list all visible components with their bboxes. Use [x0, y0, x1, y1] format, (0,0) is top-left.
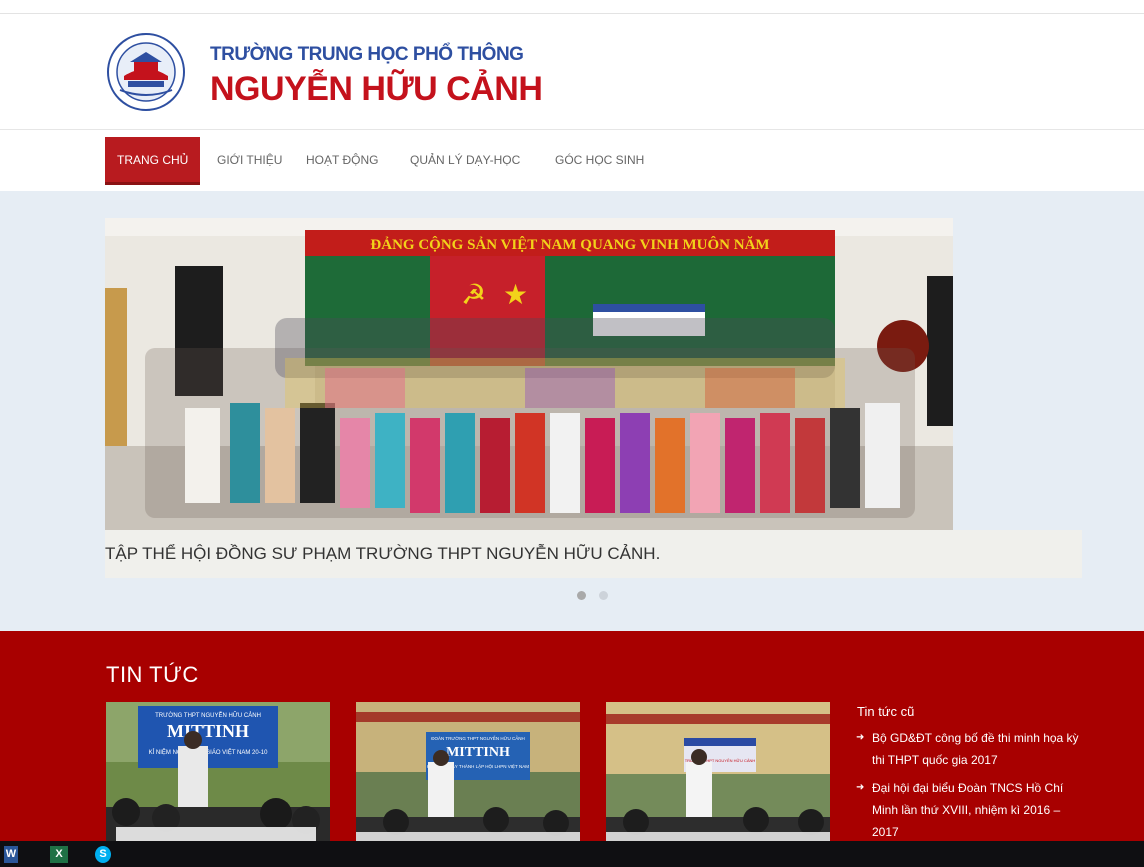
word-icon[interactable]: W	[4, 846, 18, 863]
school-name[interactable]: NGUYỄN HỮU CẢNH	[210, 70, 543, 109]
site-header: TRƯỜNG TRUNG HỌC PHỔ THÔNG NGUYỄN HỮU CẢ…	[0, 14, 1144, 130]
old-news-title: Tin tức cũ	[857, 704, 915, 719]
group-photo-people	[145, 318, 915, 518]
old-news-item-1[interactable]: ➜ Bộ GD&ĐT công bố đề thi minh họa kỳ th…	[856, 727, 1086, 771]
news-thumbnail-1[interactable]: TRƯỜNG THPT NGUYỄN HỮU CẢNH MITTINH KỈ N…	[106, 702, 330, 841]
old-news-item-1-text[interactable]: Bộ GD&ĐT công bố đề thi minh họa kỳ thi …	[872, 731, 1079, 767]
nav-item-hoat-dong[interactable]: HOẠT ĐỘNG	[294, 137, 390, 185]
news-section: TIN TỨC TRƯỜNG THPT NGUYỄN HỮU CẢNH MITT…	[0, 631, 1144, 841]
nav-item-trang-chu[interactable]: TRANG CHỦ	[105, 137, 201, 185]
thumb-1-school: TRƯỜNG THPT NGUYỄN HỮU CẢNH	[155, 712, 261, 719]
svg-text:★: ★	[503, 278, 528, 311]
arrow-right-icon: ➜	[856, 782, 865, 793]
hero-caption: TẬP THỂ HỘI ĐỒNG SƯ PHẠM TRƯỜNG THPT NGU…	[105, 530, 1082, 578]
hero-slide-image[interactable]: ĐẢNG CỘNG SẢN VIỆT NAM QUANG VINH MUÔN N…	[105, 218, 953, 530]
skype-icon[interactable]: S	[95, 846, 111, 863]
slider-dot-2[interactable]	[599, 591, 608, 600]
nav-item-goc-hoc-sinh[interactable]: GÓC HỌC SINH	[543, 137, 656, 185]
excel-icon[interactable]: X	[50, 846, 68, 863]
news-thumbnail-2[interactable]: ĐOÀN TRƯỜNG THPT NGUYỄN HỮU CẢNH MITTINH…	[356, 702, 580, 841]
slider-dot-1[interactable]	[577, 591, 586, 600]
thumb-2-school: ĐOÀN TRƯỜNG THPT NGUYỄN HỮU CẢNH	[431, 735, 525, 741]
arrow-right-icon: ➜	[856, 732, 865, 743]
news-title[interactable]: TIN TỨC	[106, 662, 199, 688]
hero-caption-text: TẬP THỂ HỘI ĐỒNG SƯ PHẠM TRƯỜNG THPT NGU…	[105, 544, 661, 563]
thumb-2-main: MITTINH	[446, 745, 510, 760]
school-logo[interactable]	[106, 32, 186, 112]
news-thumbnail-3[interactable]: TRƯỜNG THPT NGUYỄN HỮU CẢNH	[606, 702, 830, 841]
thumb-1-main: MITTINH	[167, 721, 249, 741]
banner-text: ĐẢNG CỘNG SẢN VIỆT NAM QUANG VINH MUÔN N…	[370, 236, 769, 253]
school-subtitle: TRƯỜNG TRUNG HỌC PHỔ THÔNG	[210, 44, 524, 65]
old-news-item-2[interactable]: ➜ Đại hội đại biểu Đoàn TNCS Hồ Chí Minh…	[856, 777, 1086, 841]
old-news-item-2-text[interactable]: Đại hội đại biểu Đoàn TNCS Hồ Chí Minh l…	[872, 781, 1063, 839]
thumb-1-sub: KỈ NIỆM NGÀY NHÀ GIÁO VIỆT NAM 20-10	[149, 748, 268, 756]
svg-text:☭: ☭	[461, 278, 486, 311]
os-taskbar: W X S	[0, 841, 1144, 867]
nav-item-quan-ly-day-hoc[interactable]: QUẢN LÝ DẠY-HỌC	[398, 137, 532, 185]
top-strip	[0, 0, 1144, 14]
main-nav: TRANG CHỦ GIỚI THIỆU HOẠT ĐỘNG QUẢN LÝ D…	[0, 131, 1144, 191]
nav-item-gioi-thieu[interactable]: GIỚI THIỆU	[205, 137, 294, 185]
